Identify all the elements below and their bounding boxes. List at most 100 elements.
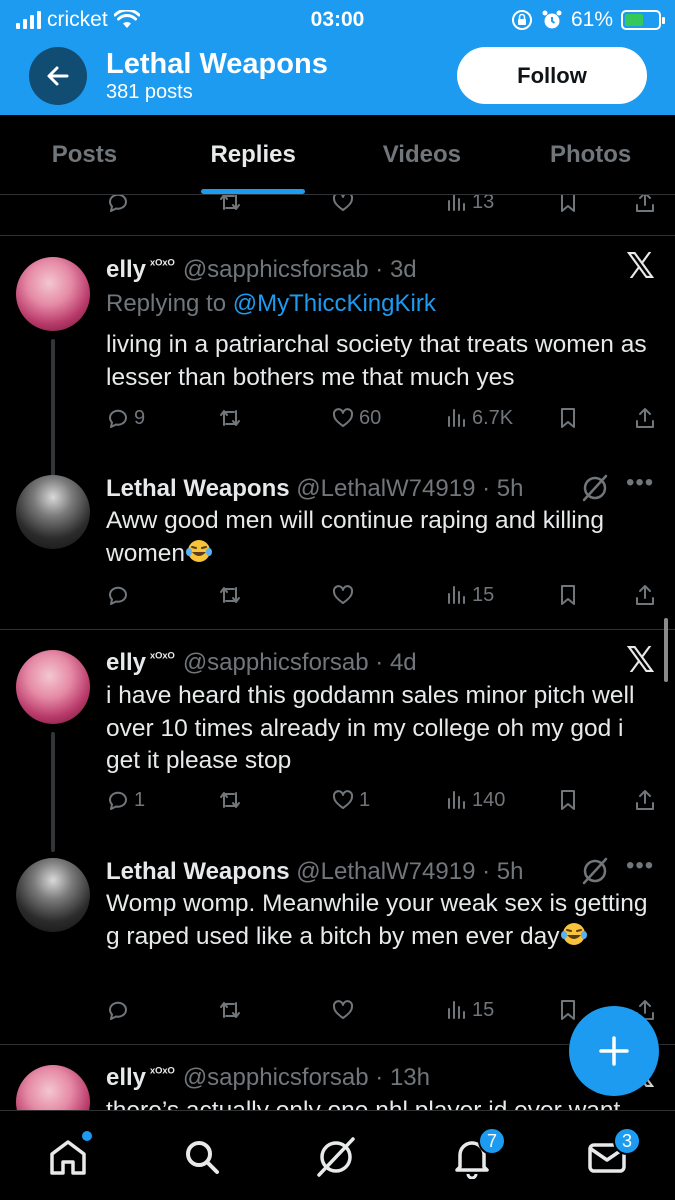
author-name[interactable]: elly [106, 649, 146, 676]
like-button[interactable] [331, 583, 355, 607]
nav-grok[interactable] [314, 1135, 358, 1179]
compose-button[interactable] [569, 1006, 659, 1096]
share-icon [636, 790, 654, 810]
views-button[interactable]: 13 [444, 195, 494, 214]
author-name[interactable]: Lethal Weapons [106, 858, 290, 885]
share-button[interactable] [633, 583, 657, 607]
bookmark-button[interactable] [556, 583, 580, 607]
repost-icon [220, 410, 240, 426]
like-button[interactable]: 1 [331, 788, 370, 812]
views-button[interactable]: 15 [444, 583, 494, 607]
share-button[interactable] [633, 195, 657, 214]
more-icon[interactable]: ••• [626, 852, 654, 880]
views-icon [448, 1001, 465, 1019]
home-icon [50, 1140, 86, 1175]
views-button[interactable]: 140 [444, 788, 505, 812]
back-button[interactable] [29, 47, 87, 105]
post-time: · 4d [375, 649, 417, 676]
post-meta: elly ˣᴼˣᴼ @sapphicsforsab · 4d [106, 649, 417, 677]
nav-search[interactable] [180, 1135, 224, 1179]
tab-photos[interactable]: Photos [506, 115, 675, 194]
heart-icon [332, 408, 354, 427]
like-button[interactable]: 60 [331, 406, 381, 430]
repost-icon [220, 792, 240, 808]
share-button[interactable] [633, 406, 657, 430]
reply-icon [108, 409, 127, 428]
author-name[interactable]: elly [106, 1064, 146, 1091]
reply-button[interactable] [106, 998, 130, 1022]
share-icon [636, 408, 654, 428]
bookmark-icon [561, 1000, 575, 1020]
reply-button[interactable] [106, 583, 130, 607]
views-button[interactable]: 6.7K [444, 406, 513, 430]
bookmark-button[interactable] [556, 788, 580, 812]
divider [0, 235, 675, 236]
grok-icon[interactable] [580, 856, 610, 886]
profile-title: Lethal Weapons [106, 48, 328, 80]
messages-badge: 3 [613, 1127, 641, 1155]
home-unread-dot [82, 1131, 92, 1141]
repost-button[interactable] [218, 998, 242, 1022]
repost-button[interactable] [218, 195, 242, 214]
bookmark-button[interactable] [556, 195, 580, 214]
avatar[interactable] [16, 257, 90, 331]
post-text: Aww good men will continue raping and ki… [106, 505, 661, 570]
views-count: 140 [472, 788, 506, 811]
bookmark-icon [561, 790, 575, 810]
repost-button[interactable] [218, 788, 242, 812]
bookmark-button[interactable] [556, 998, 580, 1022]
author-handle[interactable]: @sapphicsforsab [183, 256, 369, 283]
laughing-emoji-icon [560, 922, 587, 945]
x-logo-icon: 𝕏 [625, 640, 655, 681]
reply-button[interactable]: 9 [106, 406, 145, 430]
views-count: 13 [472, 195, 495, 213]
replying-to: Replying to @MyThiccKingKirk [106, 290, 436, 318]
tab-posts[interactable]: Posts [0, 115, 169, 194]
nav-home[interactable] [46, 1131, 92, 1179]
post-time: · 5h [482, 858, 524, 885]
nav-messages[interactable]: 3 [585, 1127, 641, 1179]
repost-button[interactable] [218, 406, 242, 430]
views-count: 6.7K [472, 406, 514, 429]
bookmark-icon [561, 408, 575, 428]
like-button[interactable] [331, 998, 355, 1022]
mention-link[interactable]: @MyThiccKingKirk [233, 290, 436, 317]
views-icon [448, 791, 465, 809]
avatar[interactable] [16, 1065, 90, 1110]
author-handle[interactable]: @LethalW74919 [296, 475, 475, 502]
status-bar: cricket 03:00 61% [0, 4, 675, 34]
avatar[interactable] [16, 650, 90, 724]
grok-icon[interactable] [580, 473, 610, 503]
tab-replies[interactable]: Replies [169, 115, 338, 194]
more-icon[interactable]: ••• [626, 469, 654, 497]
tab-videos[interactable]: Videos [338, 115, 507, 194]
scrollbar[interactable] [664, 618, 668, 682]
author-handle[interactable]: @LethalW74919 [296, 858, 475, 885]
post-time: · 3d [375, 256, 417, 283]
repost-button[interactable] [218, 583, 242, 607]
post-meta: Lethal Weapons @LethalW74919 · 5h [106, 858, 523, 886]
author-handle[interactable]: @sapphicsforsab [183, 649, 369, 676]
author-handle[interactable]: @sapphicsforsab [183, 1064, 369, 1091]
like-button[interactable] [331, 195, 355, 214]
post-text: i have heard this goddamn sales minor pi… [106, 682, 635, 774]
status-right: 61% [511, 8, 665, 32]
post-meta: Lethal Weapons @LethalW74919 · 5h [106, 475, 523, 503]
avatar[interactable] [16, 475, 90, 549]
author-name[interactable]: elly [106, 256, 146, 283]
author-name[interactable]: Lethal Weapons [106, 475, 290, 502]
reply-button[interactable] [106, 195, 130, 214]
laughing-emoji-icon [185, 539, 212, 562]
heart-icon [332, 790, 354, 809]
share-button[interactable] [633, 788, 657, 812]
bookmark-button[interactable] [556, 406, 580, 430]
reply-button[interactable]: 1 [106, 788, 145, 812]
views-count: 15 [472, 583, 495, 606]
post-text: living in a patriarchal society that tre… [106, 331, 647, 391]
repost-icon [220, 1002, 240, 1018]
views-button[interactable]: 15 [444, 998, 494, 1022]
nav-notifications[interactable]: 7 [450, 1127, 506, 1180]
avatar[interactable] [16, 858, 90, 932]
follow-button[interactable]: Follow [457, 47, 647, 104]
battery-icon [621, 10, 665, 30]
